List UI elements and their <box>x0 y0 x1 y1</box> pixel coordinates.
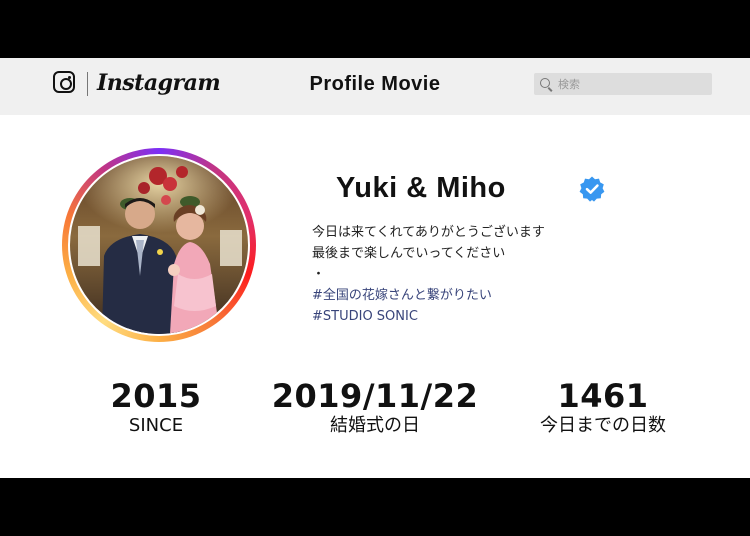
logo-divider <box>87 72 88 96</box>
search-icon <box>540 78 550 88</box>
stat-value: 1461 <box>557 377 649 415</box>
bio-line: 最後まで楽しんでいってください <box>312 246 506 261</box>
stat-label: SINCE <box>128 415 184 436</box>
hashtag-link[interactable]: #全国の花嫁さんと繋がりたい <box>312 285 545 306</box>
top-bar: Instagram Profile Movie <box>0 58 750 115</box>
search-box[interactable] <box>534 73 712 95</box>
avatar-photo[interactable] <box>70 156 248 334</box>
avatar-story-ring[interactable] <box>62 148 256 342</box>
stat-wedding-date: 2019/11/22 結婚式の日 <box>265 378 485 438</box>
profile-username: Yuki & Miho <box>336 172 506 204</box>
stat-label: 結婚式の日 <box>330 415 420 436</box>
page-title: Profile Movie <box>309 73 441 95</box>
stat-value: 2015 <box>110 377 202 415</box>
instagram-wordmark[interactable]: Instagram <box>97 70 221 96</box>
instagram-camera-icon[interactable] <box>53 71 75 93</box>
hashtag-link[interactable]: #STUDIO SONIC <box>312 306 545 327</box>
avatar-border <box>68 154 250 336</box>
profile-card: Instagram Profile Movie 検索 Yuki & Miho 今… <box>0 58 750 478</box>
couple-photo-image <box>70 156 248 334</box>
search-input[interactable] <box>558 76 698 92</box>
bio-line: 今日は来てくれてありがとうございます <box>312 225 545 240</box>
stat-label: 今日までの日数 <box>540 415 666 436</box>
stat-since: 2015 SINCE <box>96 378 216 438</box>
stat-days-count: 1461 今日までの日数 <box>528 378 678 438</box>
profile-bio: 今日は来てくれてありがとうございます 最後まで楽しんでいってください ・ #全国… <box>312 222 545 327</box>
verified-badge-icon <box>579 176 605 202</box>
bio-line: ・ <box>312 267 326 282</box>
stat-value: 2019/11/22 <box>271 377 479 415</box>
